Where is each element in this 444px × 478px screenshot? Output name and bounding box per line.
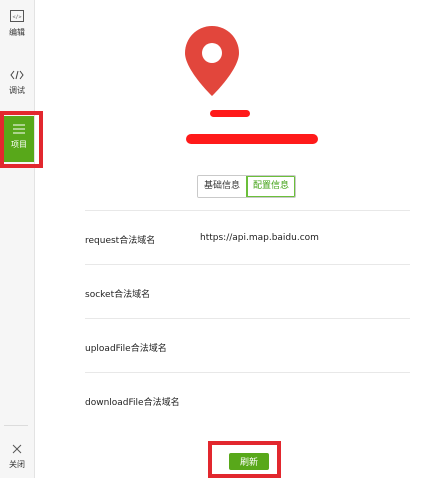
- close-button[interactable]: 关闭: [0, 444, 34, 470]
- highlight-box-project: [0, 111, 43, 168]
- config-row-value: https://api.map.baidu.com: [200, 233, 319, 243]
- highlight-box-refresh: [208, 441, 281, 478]
- config-row-socket: socket合法域名: [85, 264, 410, 319]
- config-row-downloadfile: downloadFile合法域名: [85, 372, 410, 427]
- map-pin-icon: [185, 26, 239, 96]
- config-row-request: request合法域名 https://api.map.baidu.com: [85, 210, 410, 265]
- redaction-mark-2: [186, 134, 318, 144]
- sidebar: </> 编辑 调试 项目 关闭: [0, 0, 35, 478]
- code-brackets-icon: [0, 70, 34, 82]
- sidebar-item-debug[interactable]: 调试: [0, 70, 34, 96]
- config-row-label: socket合法域名: [85, 290, 151, 300]
- config-row-label: uploadFile合法域名: [85, 344, 167, 354]
- sidebar-item-label: 编辑: [9, 28, 25, 37]
- sidebar-item-edit[interactable]: </> 编辑: [0, 10, 34, 38]
- sidebar-item-label: 调试: [9, 86, 25, 95]
- close-icon: [0, 444, 34, 456]
- tab-config-info[interactable]: 配置信息: [246, 176, 296, 197]
- config-row-label: request合法域名: [85, 236, 156, 246]
- tab-basic-info[interactable]: 基础信息: [198, 176, 247, 197]
- sidebar-divider: [4, 425, 28, 426]
- redaction-mark-1: [210, 110, 250, 117]
- project-logo: [183, 24, 241, 98]
- info-tabs: 基础信息 配置信息: [197, 175, 297, 198]
- code-file-icon: </>: [0, 10, 34, 24]
- close-label: 关闭: [9, 460, 25, 469]
- config-row-label: downloadFile合法域名: [85, 398, 180, 408]
- config-row-uploadfile: uploadFile合法域名: [85, 318, 410, 373]
- svg-text:</>: </>: [12, 15, 21, 21]
